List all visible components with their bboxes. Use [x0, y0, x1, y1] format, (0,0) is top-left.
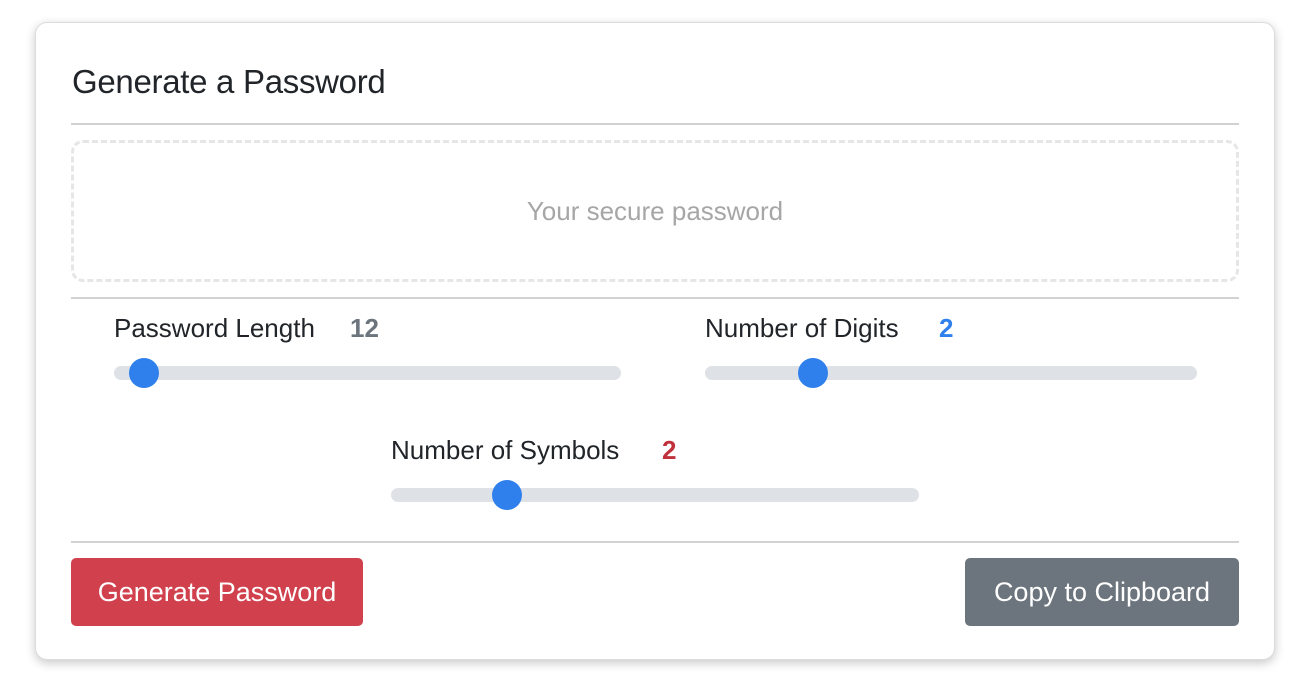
- divider: [71, 541, 1239, 543]
- digits-control: Number of Digits 2: [705, 313, 1200, 403]
- digits-label: Number of Digits: [705, 313, 899, 343]
- copy-to-clipboard-button[interactable]: Copy to Clipboard: [965, 558, 1239, 626]
- password-length-slider-thumb[interactable]: [129, 358, 160, 388]
- password-display[interactable]: Your secure password: [71, 140, 1239, 282]
- password-length-control: Password Length 12: [114, 313, 624, 403]
- symbols-label: Number of Symbols: [391, 435, 620, 465]
- password-generator-card: Generate a Password Your secure password…: [35, 22, 1275, 660]
- card-title: Generate a Password: [72, 63, 386, 100]
- symbols-slider-thumb[interactable]: [492, 480, 523, 510]
- password-length-label: Password Length: [114, 313, 315, 343]
- divider: [71, 123, 1239, 125]
- divider: [71, 297, 1239, 299]
- digits-slider[interactable]: [705, 358, 1197, 388]
- digits-slider-thumb[interactable]: [798, 358, 829, 388]
- symbols-slider[interactable]: [391, 480, 919, 510]
- digits-value: 2: [939, 313, 954, 343]
- password-length-slider[interactable]: [114, 358, 621, 388]
- generate-password-button[interactable]: Generate Password: [71, 558, 363, 626]
- password-length-value: 12: [350, 313, 379, 343]
- password-placeholder: Your secure password: [526, 195, 784, 226]
- symbols-control: Number of Symbols 2: [391, 435, 921, 525]
- symbols-value: 2: [662, 435, 677, 465]
